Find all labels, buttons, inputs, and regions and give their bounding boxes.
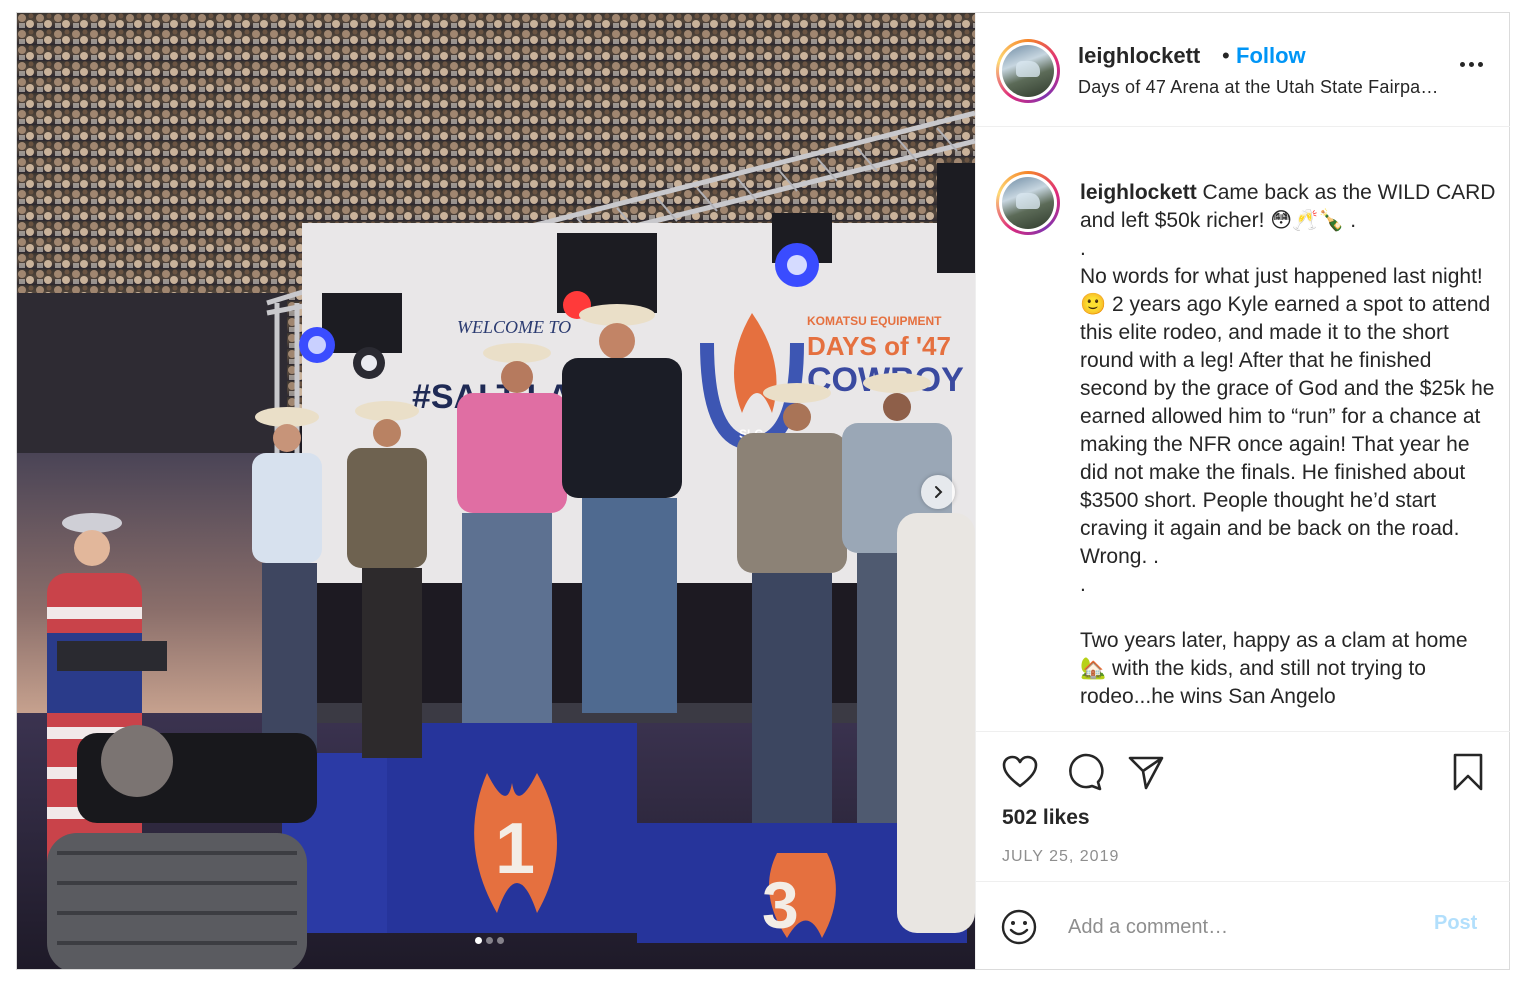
carousel-dot [497, 937, 504, 944]
banner-brand-text: KOMATSU EQUIPMENT [807, 314, 942, 328]
carousel-dot [475, 937, 482, 944]
banner-welcome-text: WELCOME TO [457, 317, 571, 337]
caption-line: . [1080, 573, 1086, 596]
cameraman-figure [47, 725, 317, 969]
caption-line [1080, 599, 1496, 627]
likes-count[interactable]: 502 likes [1002, 806, 1090, 830]
share-icon[interactable] [1126, 752, 1166, 792]
post-actions: 502 likes JULY 25, 2019 [976, 731, 1510, 881]
rodeo-podium-photo: WELCOME TO #SALT LAKE KOMATSU EQUIPMENT … [17, 13, 975, 969]
location-link[interactable]: Days of 47 Arena at the Utah State Fairp… [1078, 77, 1439, 98]
emoji-icon[interactable] [1000, 908, 1038, 946]
heart-icon[interactable] [1000, 752, 1040, 792]
header-separator: • [1222, 43, 1230, 68]
podium-first-number: 1 [495, 809, 535, 889]
post-details-panel: leighlockett • Follow Days of 47 Arena a… [975, 13, 1510, 969]
caption-line: Two years later, happy as a clam at home… [1080, 629, 1468, 708]
post-date: JULY 25, 2019 [1002, 848, 1120, 865]
chevron-right-icon [931, 485, 945, 499]
avatar[interactable] [996, 39, 1060, 103]
post-comment-button[interactable]: Post [1434, 912, 1477, 935]
carousel-indicator [475, 937, 504, 944]
comment-icon[interactable] [1064, 752, 1104, 792]
comment-input[interactable] [1066, 908, 1430, 946]
carousel-dot [486, 937, 493, 944]
caption-avatar[interactable] [996, 171, 1060, 235]
bookmark-icon[interactable] [1448, 752, 1488, 792]
instagram-post: WELCOME TO #SALT LAKE KOMATSU EQUIPMENT … [16, 12, 1510, 970]
podium-third-number: 3 [762, 868, 799, 942]
caption-line: No words for what just happened last nig… [1080, 265, 1495, 568]
caption-line: . [1080, 237, 1086, 260]
header-username[interactable]: leighlockett [1078, 43, 1200, 69]
next-photo-button[interactable] [921, 475, 955, 509]
comment-bar: Post [976, 881, 1510, 969]
follow-button[interactable]: Follow [1236, 43, 1306, 69]
post-caption: leighlockett Came back as the WILD CARD … [1080, 179, 1496, 711]
more-options-icon[interactable] [1460, 59, 1486, 69]
banner-event-text-1: DAYS of '47 [807, 331, 951, 361]
caption-area: leighlockett Came back as the WILD CARD … [976, 127, 1510, 731]
post-header: leighlockett • Follow Days of 47 Arena a… [976, 13, 1510, 127]
foreground-person [897, 513, 975, 933]
caption-username[interactable]: leighlockett [1080, 181, 1197, 204]
post-photo[interactable]: WELCOME TO #SALT LAKE KOMATSU EQUIPMENT … [17, 13, 975, 969]
